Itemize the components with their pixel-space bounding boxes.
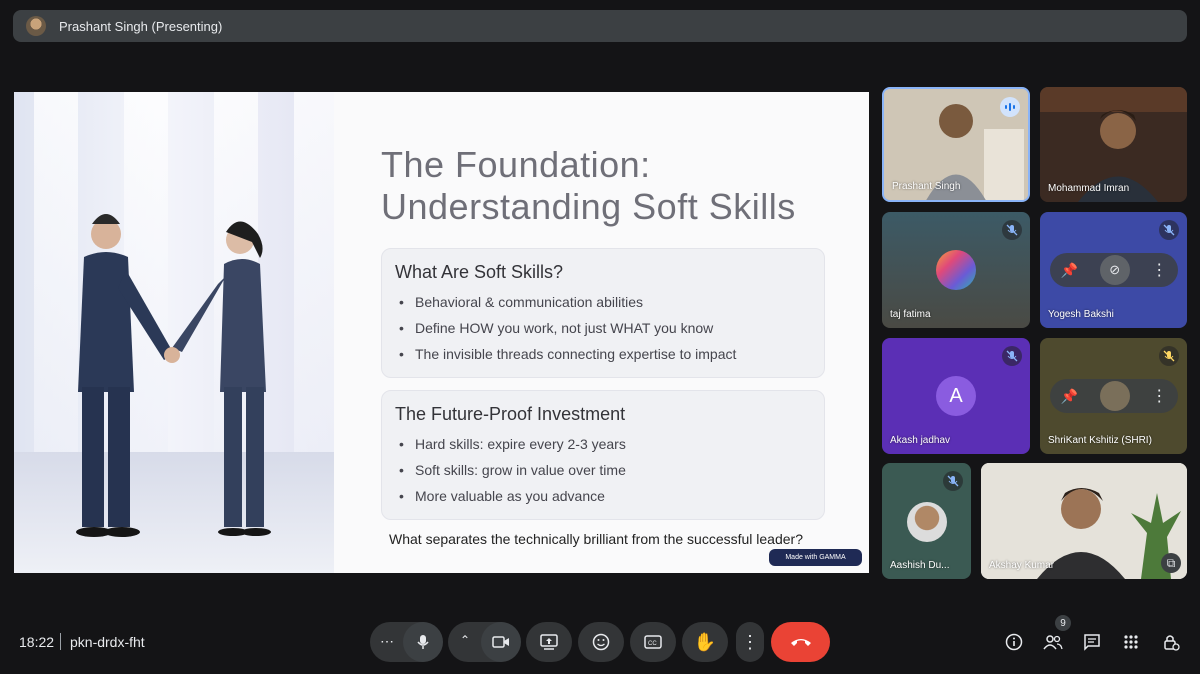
svg-text:CC: CC [648, 641, 657, 647]
participant-tile[interactable]: A Akash jadhav [882, 338, 1030, 454]
reactions-button[interactable] [578, 622, 624, 662]
presenter-label: Prashant Singh (Presenting) [59, 18, 223, 34]
leave-call-button[interactable] [771, 622, 830, 662]
more-options-icon[interactable]: ⋮ [1151, 260, 1167, 280]
info-icon [1005, 633, 1023, 651]
more-options-button[interactable]: ⋮ [736, 622, 764, 662]
participant-avatar: A [936, 376, 976, 416]
present-button[interactable] [526, 622, 572, 662]
participant-avatar [1099, 381, 1130, 411]
mic-off-icon [1002, 220, 1022, 240]
more-options-icon[interactable]: ⋮ [1151, 386, 1167, 406]
participant-name: Mohammad Imran [1048, 183, 1130, 194]
chat-button[interactable] [1078, 628, 1106, 656]
gamma-badge: Made with GAMMA [769, 549, 862, 566]
slide-title: The Foundation: Understanding Soft Skill… [381, 144, 841, 228]
participant-name: Prashant Singh [892, 181, 961, 192]
control-bar: 18:22 pkn-drdx-fht ⋯ ⌃ CC ✋ ⋮ [0, 622, 1200, 662]
participant-name: Akash jadhav [890, 435, 951, 446]
participant-name: Aashish Du... [890, 560, 950, 571]
audio-options-icon[interactable]: ⋯ [380, 633, 394, 650]
bullet-item: Soft skills: grow in value over time [399, 457, 626, 483]
hang-up-icon [790, 639, 811, 646]
future-proof-card: The Future-Proof Investment Hard skills:… [381, 390, 825, 520]
card-bullets: Hard skills: expire every 2-3 years Soft… [399, 431, 626, 509]
apps-grid-icon [1124, 635, 1138, 649]
meeting-time: 18:22 [19, 634, 55, 650]
people-icon [1043, 635, 1063, 650]
card-heading: The Future-Proof Investment [395, 404, 626, 424]
people-button[interactable] [1039, 628, 1067, 656]
participant-tile[interactable]: Akshay Kumar ⧉ [981, 463, 1187, 579]
bullet-item: The invisible threads connecting experti… [399, 341, 736, 367]
emoji-icon [592, 633, 610, 651]
meeting-code: pkn-drdx-fht [70, 634, 145, 650]
participant-name: Yogesh Bakshi [1048, 309, 1114, 320]
participant-name: taj fatima [890, 309, 931, 320]
participant-tile[interactable]: 📌 ⋮ ShriKant Kshitiz (SHRI) [1040, 338, 1187, 454]
slide-title-line-2: Understanding Soft Skills [381, 186, 796, 227]
divider [60, 633, 61, 650]
presenting-bar: Prashant Singh (Presenting) [13, 10, 1187, 42]
captions-icon: CC [644, 635, 662, 649]
pin-icon[interactable]: 📌 [1061, 388, 1078, 405]
mic-off-icon [1002, 346, 1022, 366]
card-bullets: Behavioral & communication abilities Def… [399, 289, 736, 367]
slide-question: What separates the technically brilliant… [389, 531, 803, 547]
raise-hand-button[interactable]: ✋ [682, 622, 728, 662]
bullet-item: More valuable as you advance [399, 483, 626, 509]
participant-name: ShriKant Kshitiz (SHRI) [1048, 435, 1152, 446]
participant-tile[interactable]: taj fatima [882, 212, 1030, 328]
audio-controls[interactable]: ⋯ [370, 622, 443, 662]
activities-button[interactable] [1117, 628, 1145, 656]
pin-icon[interactable]: 📌 [1061, 262, 1078, 279]
mic-off-icon [1159, 220, 1179, 240]
mic-off-icon[interactable]: ⊘ [1099, 255, 1130, 285]
more-vert-icon: ⋮ [741, 631, 759, 652]
present-icon [540, 634, 558, 650]
chat-icon [1084, 634, 1100, 651]
bullet-item: Hard skills: expire every 2-3 years [399, 431, 626, 457]
participant-count-badge: 9 [1055, 615, 1071, 631]
mic-off-icon [943, 471, 963, 491]
hand-icon: ✋ [693, 631, 717, 652]
participant-avatar [936, 250, 976, 290]
participant-tile[interactable]: Prashant Singh [882, 87, 1030, 202]
participant-tile[interactable]: Mohammad Imran [1040, 87, 1187, 202]
video-controls[interactable]: ⌃ [448, 622, 521, 662]
mic-off-icon [1159, 346, 1179, 366]
card-heading: What Are Soft Skills? [395, 262, 564, 282]
participant-tile[interactable]: Aashish Du... [882, 463, 971, 579]
soft-skills-card: What Are Soft Skills? Behavioral & commu… [381, 248, 825, 378]
participant-tile[interactable]: 📌 ⊘ ⋮ Yogesh Bakshi [1040, 212, 1187, 328]
host-lock-icon [1164, 635, 1180, 651]
meeting-info-button[interactable] [1000, 628, 1028, 656]
crop-icon[interactable]: ⧉ [1161, 553, 1181, 573]
tile-actions[interactable]: 📌 ⋮ [1050, 379, 1178, 413]
participant-name: Akshay Kumar [989, 560, 1055, 571]
presentation-slide: The Foundation: Understanding Soft Skill… [14, 92, 869, 573]
handshake-illustration [14, 92, 334, 573]
camera-icon[interactable] [481, 622, 521, 662]
microphone-icon[interactable] [403, 622, 443, 662]
speaking-indicator-icon [1000, 97, 1020, 117]
bullet-item: Define HOW you work, not just WHAT you k… [399, 315, 736, 341]
chevron-up-icon[interactable]: ⌃ [460, 633, 470, 647]
tile-actions[interactable]: 📌 ⊘ ⋮ [1050, 253, 1178, 287]
participant-avatar [907, 502, 947, 542]
slide-title-line-1: The Foundation: [381, 144, 651, 185]
bullet-item: Behavioral & communication abilities [399, 289, 736, 315]
captions-button[interactable]: CC [630, 622, 676, 662]
host-controls-button[interactable] [1157, 628, 1185, 656]
presenter-avatar [26, 16, 46, 36]
